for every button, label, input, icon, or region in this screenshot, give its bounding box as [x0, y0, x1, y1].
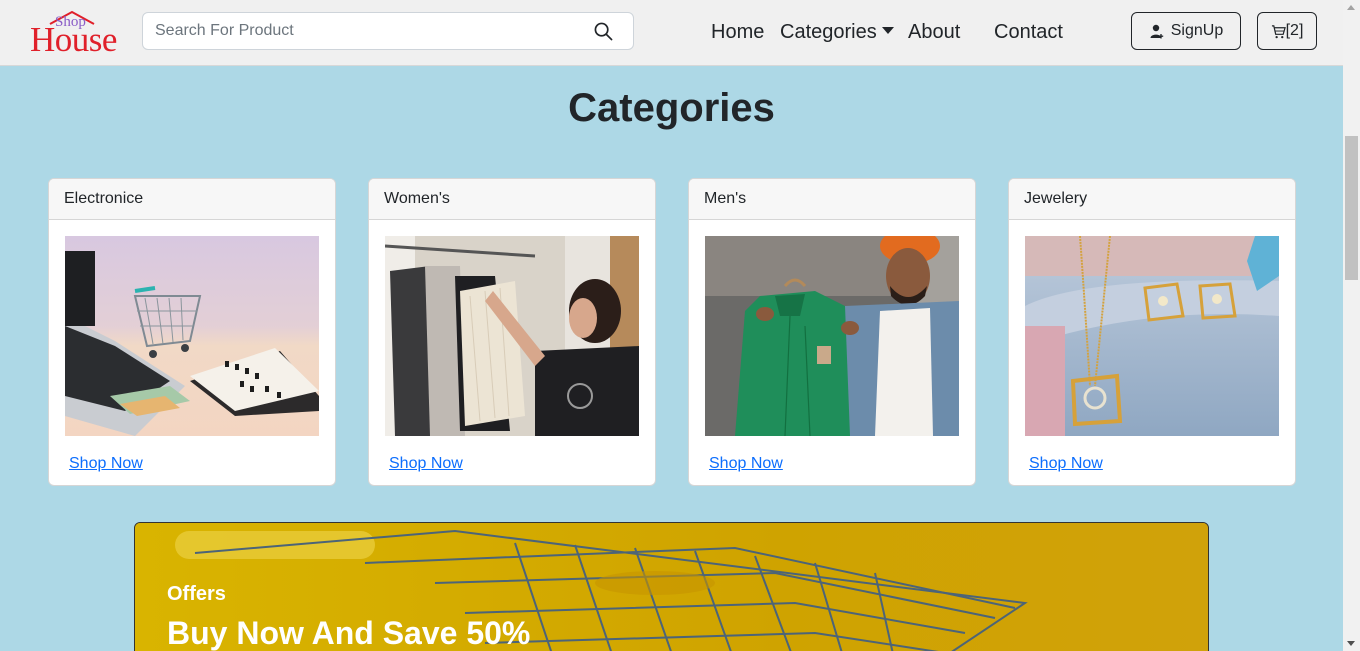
shop-now-link[interactable]: Shop Now	[1029, 455, 1103, 473]
page-scrollbar[interactable]	[1343, 0, 1360, 651]
category-card-electronics: Electronice Shop Now	[48, 178, 336, 486]
scrollbar-thumb[interactable]	[1345, 136, 1358, 280]
offer-headline: Buy Now And Save 50%	[167, 615, 531, 651]
search-icon[interactable]	[594, 22, 613, 46]
offer-banner: Offers Buy Now And Save 50%	[134, 522, 1209, 651]
navbar: Shop House Home Categories About Contact…	[0, 0, 1343, 66]
cart-icon	[1271, 24, 1286, 38]
shop-now-link[interactable]: Shop Now	[709, 455, 783, 473]
search-box	[142, 12, 634, 50]
caret-down-icon	[881, 27, 894, 34]
search-input[interactable]	[155, 22, 575, 40]
nav-categories-label: Categories	[780, 21, 877, 43]
brand-house-text: House	[30, 20, 117, 59]
jewelery-image	[1025, 236, 1279, 436]
card-header: Jewelery	[1009, 179, 1295, 220]
shop-now-link[interactable]: Shop Now	[389, 455, 463, 473]
scroll-down-arrow-icon[interactable]	[1347, 641, 1355, 646]
mens-image	[705, 236, 959, 436]
nav-home[interactable]: Home	[711, 20, 764, 44]
category-card-mens: Men's Shop Now	[688, 178, 976, 486]
womens-image	[385, 236, 639, 436]
nav-categories-dropdown[interactable]: Categories	[780, 20, 894, 44]
cart-count: [2]	[1285, 22, 1304, 39]
offer-kicker: Offers	[167, 583, 226, 605]
cart-button[interactable]: [2]	[1257, 12, 1317, 50]
card-header: Electronice	[49, 179, 335, 220]
electronics-image	[65, 236, 319, 436]
nav-contact[interactable]: Contact	[994, 20, 1063, 44]
scroll-up-arrow-icon[interactable]	[1347, 5, 1355, 10]
card-header: Men's	[689, 179, 975, 220]
card-header: Women's	[369, 179, 655, 220]
brand-logo[interactable]: Shop House	[30, 10, 125, 59]
category-card-womens: Women's Shop Now	[368, 178, 656, 486]
nav-about[interactable]: About	[908, 20, 960, 44]
category-card-jewelery: Jewelery Shop Now	[1008, 178, 1296, 486]
page-title: Categories	[568, 86, 775, 130]
signup-label: SignUp	[1170, 22, 1224, 39]
user-plus-icon	[1150, 24, 1163, 39]
signup-button[interactable]: SignUp	[1131, 12, 1241, 50]
shop-now-link[interactable]: Shop Now	[69, 455, 143, 473]
